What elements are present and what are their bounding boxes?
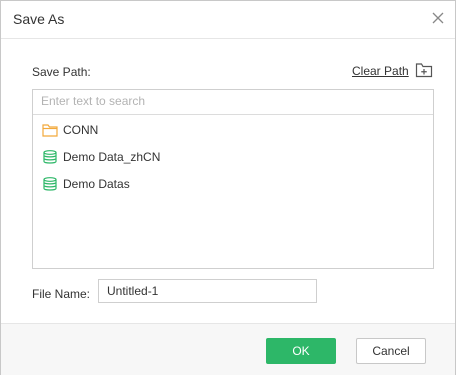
new-folder-icon[interactable]	[415, 62, 433, 78]
cancel-button[interactable]: Cancel	[356, 338, 426, 364]
tree-item-label: Demo Datas	[63, 177, 130, 191]
dialog-header: Save As	[1, 1, 455, 39]
search-box	[33, 90, 433, 115]
tree-item-label: CONN	[63, 123, 99, 137]
database-icon	[43, 150, 57, 164]
file-name-input[interactable]	[98, 279, 317, 303]
clear-path-link[interactable]: Clear Path	[352, 64, 409, 78]
file-name-label: File Name:	[32, 287, 91, 301]
tree-item-demo-data-zhcn[interactable]: Demo Data_zhCN	[33, 146, 433, 168]
dialog-title: Save As	[13, 11, 65, 27]
close-icon[interactable]	[431, 11, 445, 25]
database-icon	[43, 177, 57, 191]
folder-icon	[42, 124, 58, 137]
tree-item-demo-datas[interactable]: Demo Datas	[33, 173, 433, 195]
tree-item-conn[interactable]: CONN	[33, 119, 433, 141]
ok-button[interactable]: OK	[266, 338, 336, 364]
search-input[interactable]	[33, 90, 433, 112]
dialog-footer: OK Cancel	[1, 323, 455, 375]
folder-browser: CONN Demo Data_zhCN Demo Datas	[32, 89, 434, 269]
tree-item-label: Demo Data_zhCN	[63, 150, 161, 164]
save-as-dialog: Save As Save Path: Clear Path CONN D	[0, 0, 456, 375]
save-path-label: Save Path:	[32, 65, 91, 79]
